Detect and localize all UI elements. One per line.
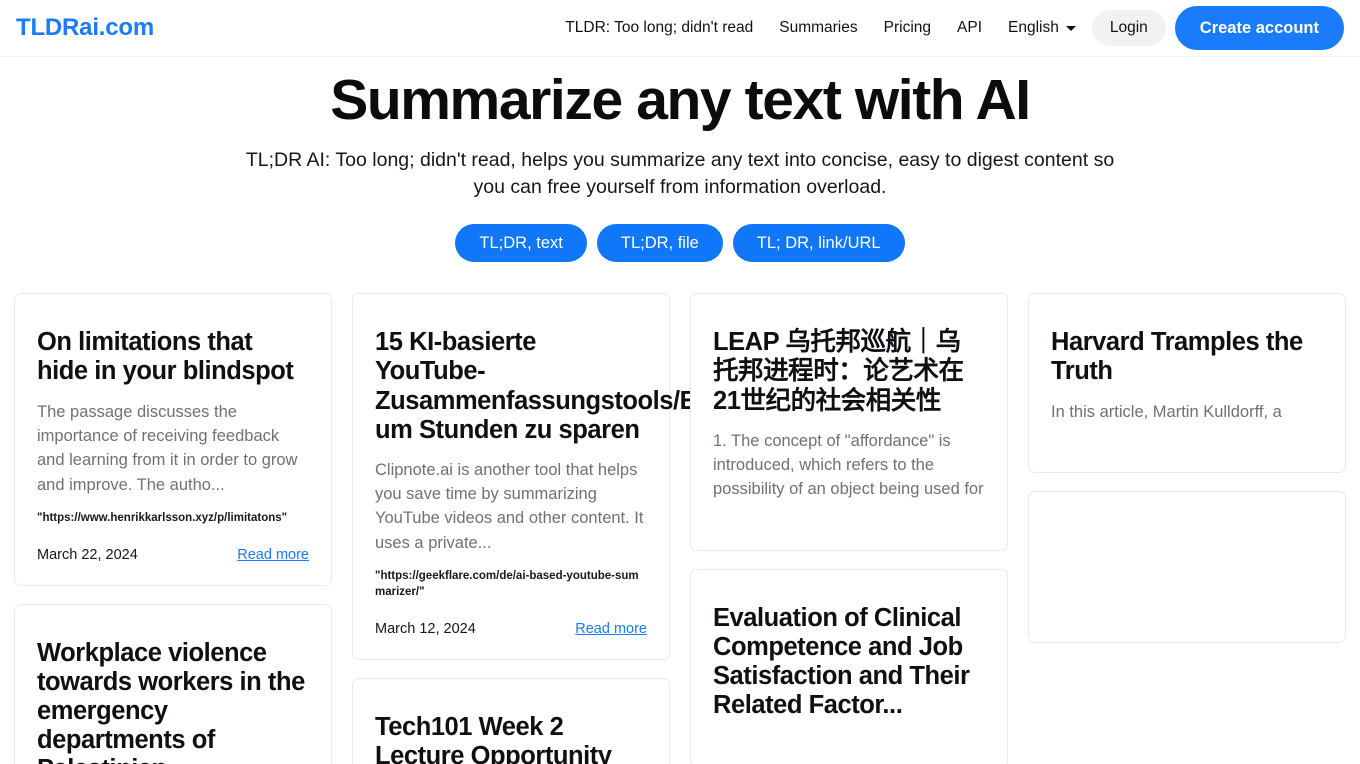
hero-subtitle: TL;DR AI: Too long; didn't read, helps y… <box>245 148 1115 199</box>
pill-tldr-link[interactable]: TL; DR, link/URL <box>732 223 905 263</box>
summary-card[interactable]: LEAP 乌托邦巡航｜乌托邦进程时：论艺术在21世纪的社会相关性 1. The c… <box>690 293 1008 551</box>
summary-card-source-url: "https://www.henrikkarlsson.xyz/p/limita… <box>37 512 288 525</box>
language-selector[interactable]: English <box>995 12 1086 44</box>
summary-card-footer: March 22, 2024 Read more <box>37 547 309 563</box>
summary-card-excerpt: In this article, Martin Kulldorff, a <box>1051 402 1282 421</box>
summary-card[interactable]: Harvard Tramples the Truth In this articl… <box>1028 293 1346 473</box>
summary-card-grid: On limitations that hide in your blindsp… <box>0 293 1360 764</box>
mode-pill-group: TL;DR, text TL;DR, file TL; DR, link/URL <box>0 223 1360 263</box>
pill-tldr-text[interactable]: TL;DR, text <box>455 223 587 263</box>
summary-card-title: Tech101 Week 2 Lecture Opportunity Recog… <box>375 713 612 764</box>
summary-card-date: March 12, 2024 <box>375 621 476 638</box>
nav-link-summaries[interactable]: Summaries <box>766 12 870 44</box>
page-title: Summarize any text with AI <box>330 68 1031 132</box>
summary-card[interactable]: Evaluation of Clinical Competence and Jo… <box>690 568 1008 764</box>
hero-section: Summarize any text with AI TL;DR AI: Too… <box>0 57 1360 263</box>
summary-card-title: Harvard Tramples the Truth <box>1051 328 1303 386</box>
login-button[interactable]: Login <box>1091 10 1166 46</box>
summary-card-title: Workplace violence towards workers in th… <box>37 639 305 764</box>
create-account-button[interactable]: Create account <box>1174 5 1344 51</box>
read-more-link[interactable]: Read more <box>237 547 309 563</box>
summary-card-title: Evaluation of Clinical Competence and Jo… <box>713 603 970 720</box>
pill-tldr-file[interactable]: TL;DR, file <box>596 223 723 263</box>
summary-card[interactable]: 15 KI-basierte YouTube-Zusammenfassungst… <box>352 293 858 661</box>
language-selector-label: English <box>1008 19 1059 37</box>
nav-link-pricing[interactable]: Pricing <box>871 12 944 44</box>
summary-card-title: 15 KI-basierte YouTube-Zusammenfassungst… <box>375 328 858 444</box>
top-navigation-bar: TLDRai.com TLDR: Too long; didn't read S… <box>0 0 1360 57</box>
summary-card[interactable] <box>1028 490 1346 643</box>
summary-card[interactable]: Tech101 Week 2 Lecture Opportunity Recog… <box>352 678 670 764</box>
summary-card-excerpt: The passage discusses the importance of … <box>37 402 298 494</box>
summary-card-title: On limitations that hide in your blindsp… <box>37 328 294 386</box>
nav-link-api[interactable]: API <box>944 12 995 44</box>
nav-link-tldr[interactable]: TLDR: Too long; didn't read <box>552 12 766 44</box>
summary-card[interactable]: On limitations that hide in your blindsp… <box>14 293 332 587</box>
nav-links-group: TLDR: Too long; didn't read Summaries Pr… <box>552 5 1344 51</box>
summary-card-title: LEAP 乌托邦巡航｜乌托邦进程时：论艺术在21世纪的社会相关性 <box>713 328 964 415</box>
summary-card-excerpt: Clipnote.ai is another tool that helps y… <box>375 460 644 552</box>
read-more-link[interactable]: Read more <box>575 621 647 637</box>
chevron-down-icon <box>1065 25 1076 31</box>
summary-card-excerpt: 1. The concept of "affordance" is introd… <box>713 431 984 499</box>
summary-card-date: March 22, 2024 <box>37 547 138 564</box>
summary-card[interactable]: Workplace violence towards workers in th… <box>14 604 332 764</box>
summary-card-source-url: "https://geekflare.com/de/ai-based-youtu… <box>375 570 639 599</box>
summary-card-footer: March 12, 2024 Read more <box>375 621 647 637</box>
brand-logo[interactable]: TLDRai.com <box>16 14 154 42</box>
